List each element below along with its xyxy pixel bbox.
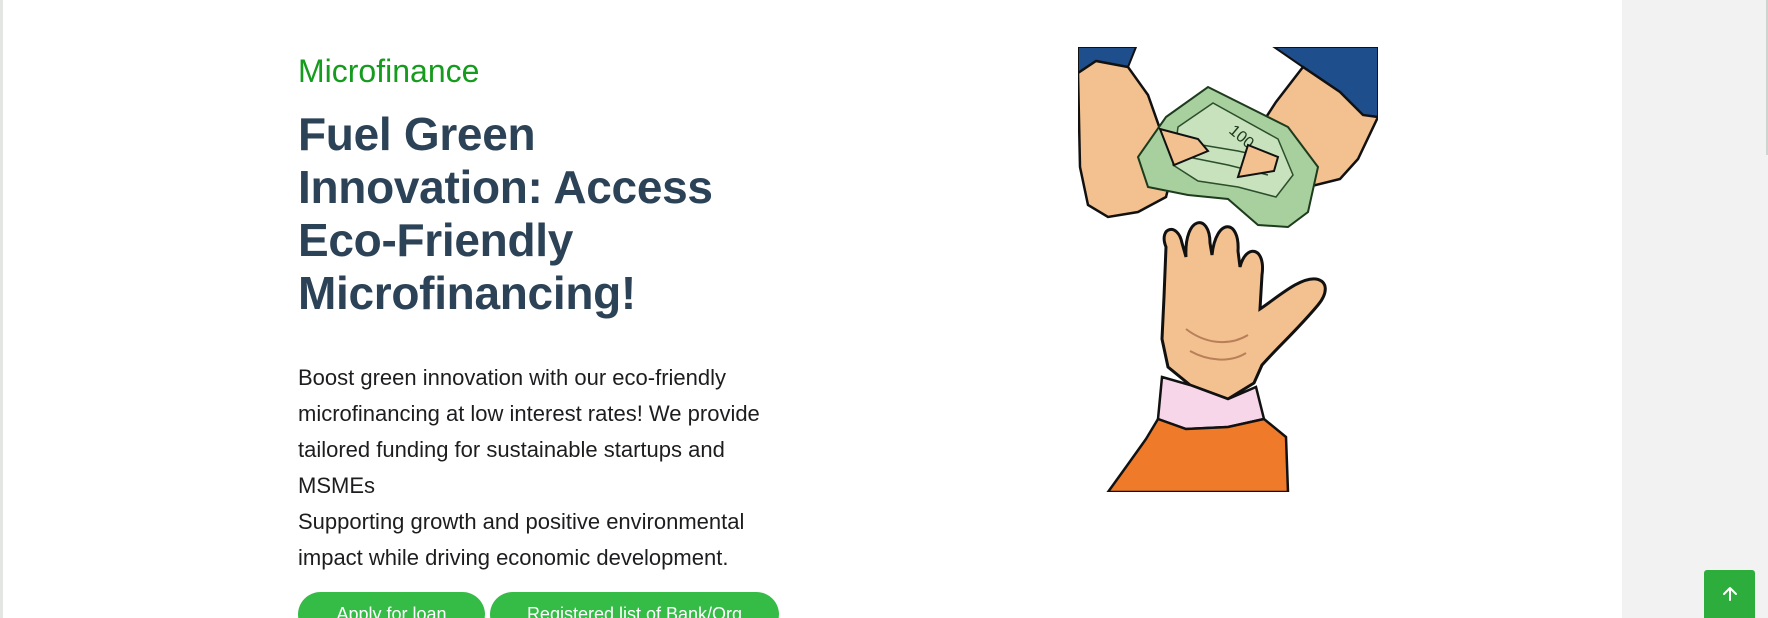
apply-for-loan-button[interactable]: Apply for loan [298, 592, 485, 618]
right-side-panel [1622, 0, 1768, 618]
open-palm-hand [1160, 221, 1327, 401]
description-line-2: Supporting growth and positive environme… [298, 509, 745, 570]
arrow-up-icon [1722, 587, 1737, 601]
page-background: Microfinance Fuel Green Innovation: Acce… [0, 0, 1622, 618]
scroll-to-top-button[interactable] [1704, 570, 1755, 618]
hero-headline: Fuel Green Innovation: Access Eco-Friend… [298, 108, 713, 319]
orange-sleeve [1106, 417, 1290, 492]
hero-text-section: Microfinance Fuel Green Innovation: Acce… [298, 48, 798, 618]
left-edge-border [0, 0, 3, 618]
hero-description: Boost green innovation with our eco-frie… [298, 360, 798, 576]
registered-list-button[interactable]: Registered list of Bank/Org [490, 592, 779, 618]
section-eyebrow: Microfinance [298, 53, 480, 89]
hands-exchanging-money-illustration: 100 [1078, 47, 1378, 492]
description-line-1: Boost green innovation with our eco-frie… [298, 365, 760, 498]
hero-actions: Apply for loan Registered list of Bank/O… [298, 592, 798, 618]
